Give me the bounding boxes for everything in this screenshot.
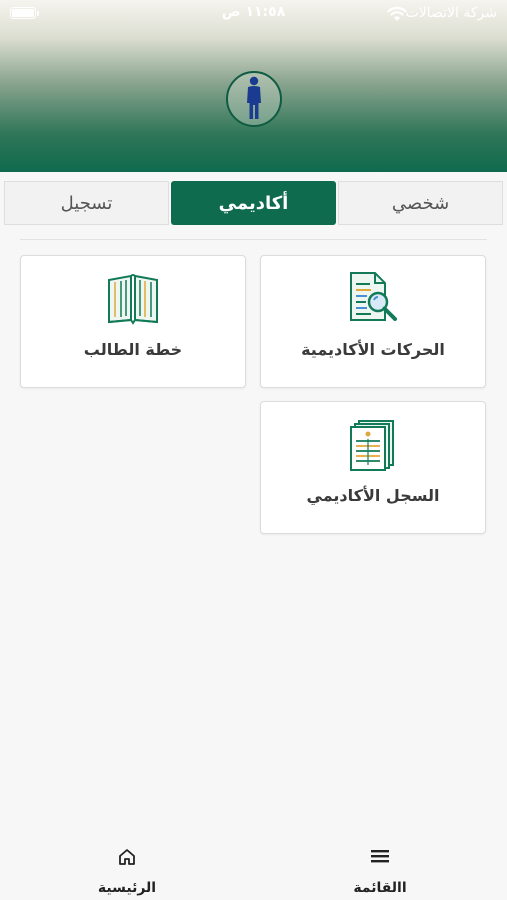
avatar[interactable]	[226, 71, 282, 127]
hamburger-icon	[371, 850, 389, 863]
tab-bar: شخصي أكاديمي تسجيل	[4, 181, 503, 225]
divider	[20, 239, 487, 240]
status-bar: ١١:٥٨ ص شركة الاتصالات	[0, 0, 507, 30]
student-plan-label: خطة الطالب	[83, 340, 183, 359]
nav-menu[interactable]: االقائمة	[320, 836, 440, 900]
academic-movements-label: الحركات الأكاديمية	[301, 340, 445, 359]
screen: ١١:٥٨ ص شركة الاتصالات شخصي أكاديمي تسجي…	[0, 0, 507, 900]
document-search-icon	[350, 272, 397, 321]
wifi-icon	[387, 6, 407, 21]
tab-personal[interactable]: شخصي	[338, 181, 503, 225]
home-icon	[119, 849, 135, 865]
records-stack-icon	[350, 420, 394, 471]
nav-menu-label: االقائمة	[353, 880, 407, 896]
profile-header: ١١:٥٨ ص شركة الاتصالات	[0, 0, 507, 172]
academic-record-label: السجل الأكاديمي	[306, 486, 440, 505]
tab-register[interactable]: تسجيل	[4, 181, 169, 225]
academic-record-card[interactable]: السجل الأكاديمي	[260, 401, 486, 534]
person-icon	[247, 76, 261, 119]
nav-home-label: الرئيسية	[97, 880, 157, 896]
open-book-icon	[108, 274, 158, 325]
tab-academic[interactable]: أكاديمي	[171, 181, 336, 225]
nav-home[interactable]: الرئيسية	[67, 836, 187, 900]
student-plan-card[interactable]: خطة الطالب	[20, 255, 246, 388]
academic-movements-card[interactable]: الحركات الأكاديمية	[260, 255, 486, 388]
bottom-navigation: االقائمة الرئيسية	[0, 836, 507, 900]
carrier-name: شركة الاتصالات	[405, 5, 497, 21]
